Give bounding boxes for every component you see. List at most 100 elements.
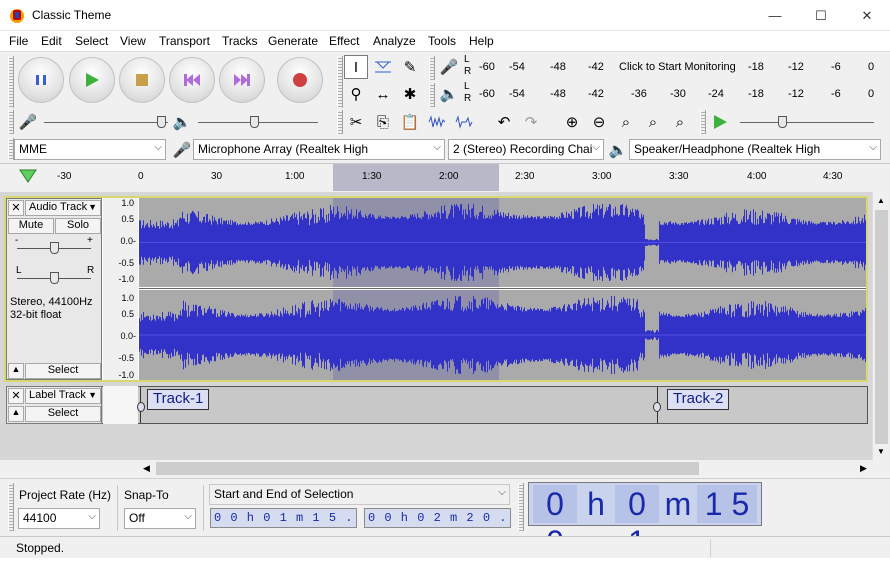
audio-track-menu-button[interactable]: Audio Track ▼	[25, 200, 101, 216]
record-button[interactable]	[277, 57, 323, 103]
scroll-right-icon[interactable]: ▶	[860, 463, 867, 474]
audio-position-display[interactable]: 0 0 h 0 1 m 1 5	[528, 482, 762, 560]
toolbar-grip[interactable]	[8, 483, 14, 531]
timeline-ruler[interactable]: -30 0 30 1:00 1:30 2:00 2:30 3:00 3:30 4…	[0, 163, 890, 191]
menu-file[interactable]: File	[9, 34, 28, 48]
zoom-in-icon[interactable]: ⊕	[560, 110, 584, 134]
scroll-down-icon[interactable]: ▼	[877, 447, 885, 456]
vertical-scroll-thumb[interactable]	[875, 210, 888, 444]
recording-device-select[interactable]: Microphone Array (Realtek High ⌵	[193, 139, 445, 160]
selection-tool-icon[interactable]: I	[344, 55, 368, 79]
menu-select[interactable]: Select	[75, 34, 108, 48]
multi-tool-icon[interactable]: ✱	[398, 82, 422, 106]
pan-thumb[interactable]	[50, 272, 59, 284]
toolbar-grip[interactable]	[337, 56, 343, 108]
zoom-toggle-icon[interactable]: ⌕	[668, 110, 692, 134]
scroll-up-icon[interactable]: ▲	[877, 196, 885, 205]
label-track-spacer	[103, 386, 138, 424]
record-meter[interactable]: L R -60 -54 -48 -42 Click to Start Monit…	[463, 54, 881, 80]
waveform-left-channel[interactable]	[139, 198, 866, 287]
menu-edit[interactable]: Edit	[41, 34, 62, 48]
time-shift-tool-icon[interactable]: ↔	[371, 82, 395, 106]
playback-device-select[interactable]: Speaker/Headphone (Realtek High ⌵	[629, 139, 881, 160]
toolbar-grip[interactable]	[8, 56, 14, 108]
selection-mode-select[interactable]: Start and End of Selection ⌵	[209, 484, 510, 505]
menu-generate[interactable]: Generate	[268, 34, 318, 48]
silence-icon[interactable]	[452, 110, 476, 134]
microphone-icon[interactable]: 🎤	[437, 55, 461, 79]
toolbar-grip[interactable]	[429, 83, 435, 107]
mute-button[interactable]: Mute	[8, 218, 54, 234]
toolbar-grip[interactable]	[700, 110, 706, 134]
recording-channels-select[interactable]: 2 (Stereo) Recording Chai ⌵	[448, 139, 604, 160]
envelope-tool-icon[interactable]	[371, 55, 395, 79]
trim-icon[interactable]	[425, 110, 449, 134]
close-track-button[interactable]: ✕	[8, 388, 24, 404]
pause-button[interactable]	[18, 57, 64, 103]
fit-selection-icon[interactable]: ⌕	[614, 110, 638, 134]
label-track-1[interactable]: Track-1	[147, 389, 210, 410]
zoom-tool-icon[interactable]: ⚲	[344, 82, 368, 106]
play-button[interactable]	[69, 57, 115, 103]
close-button[interactable]: ✕	[844, 0, 890, 31]
redo-icon[interactable]: ↷	[519, 110, 543, 134]
menu-help[interactable]: Help	[469, 34, 494, 48]
menu-tracks[interactable]: Tracks	[222, 34, 258, 48]
snap-to-select[interactable]: Off ⌵	[124, 508, 196, 529]
skip-to-end-icon	[234, 74, 250, 86]
skip-to-start-button[interactable]	[169, 57, 215, 103]
playback-meter[interactable]: L R -60 -54 -48 -42 -36 -30 -24 -18 -12 …	[463, 81, 881, 107]
stop-button[interactable]	[119, 57, 165, 103]
horizontal-scroll-thumb[interactable]	[156, 462, 699, 475]
label-track-menu-button[interactable]: Label Track ▼	[25, 388, 101, 404]
speaker-icon[interactable]: 🔈	[437, 82, 461, 106]
play-at-speed-button[interactable]	[708, 110, 732, 134]
close-track-button[interactable]: ✕	[8, 200, 24, 216]
skip-to-end-button[interactable]	[219, 57, 265, 103]
undo-icon[interactable]: ↶	[492, 110, 516, 134]
paste-icon[interactable]: 📋	[398, 110, 422, 134]
collapse-track-button[interactable]: ▲	[8, 363, 24, 379]
vertical-scrollbar[interactable]: ▲ ▼	[872, 192, 890, 460]
toolbar-grip[interactable]	[429, 56, 435, 80]
play-speed-slider[interactable]	[740, 122, 874, 123]
track-bitdepth-info: 32-bit float	[10, 309, 62, 321]
record-volume-slider[interactable]	[44, 122, 168, 123]
waveform-right-channel[interactable]	[139, 290, 866, 380]
selection-end-time[interactable]: 0 0 h 0 2 m 2 0 . 6 2 8 s	[364, 508, 511, 528]
toolbar-grip[interactable]	[337, 110, 343, 134]
maximize-button[interactable]: ☐	[798, 0, 844, 31]
solo-button[interactable]: Solo	[55, 218, 101, 234]
record-volume-thumb[interactable]	[157, 116, 166, 128]
menu-analyze[interactable]: Analyze	[373, 34, 416, 48]
draw-tool-icon[interactable]: ✎	[398, 55, 422, 79]
pinned-play-head-icon[interactable]	[19, 168, 37, 187]
select-track-button[interactable]: Select	[25, 363, 101, 379]
toolbar-grip[interactable]	[8, 110, 14, 134]
menu-tools[interactable]: Tools	[428, 34, 456, 48]
playback-volume-thumb[interactable]	[250, 116, 259, 128]
horizontal-scrollbar[interactable]: ◀ ▶	[0, 460, 890, 478]
copy-icon[interactable]: ⎘	[371, 110, 395, 134]
zoom-out-icon[interactable]: ⊖	[587, 110, 611, 134]
collapse-track-button[interactable]: ▲	[8, 406, 24, 422]
project-rate-select[interactable]: 44100 ⌵	[18, 508, 100, 529]
play-speed-thumb[interactable]	[778, 116, 787, 128]
select-track-button[interactable]: Select	[25, 406, 101, 422]
monitoring-prompt[interactable]: Click to Start Monitoring	[619, 61, 736, 73]
cut-icon[interactable]: ✂	[344, 110, 368, 134]
fit-project-icon[interactable]: ⌕	[641, 110, 665, 134]
scroll-left-icon[interactable]: ◀	[143, 463, 150, 474]
toolbar-grip[interactable]	[518, 483, 524, 531]
menu-transport[interactable]: Transport	[159, 34, 210, 48]
track-area[interactable]: ✕ Audio Track ▼ Mute Solo - + L R Stereo,…	[0, 192, 872, 460]
minimize-button[interactable]: —	[752, 0, 798, 31]
menu-view[interactable]: View	[120, 34, 146, 48]
label-handle-icon[interactable]	[653, 402, 661, 412]
gain-thumb[interactable]	[50, 242, 59, 254]
audio-host-select[interactable]: MME ⌵	[14, 139, 166, 160]
menu-effect[interactable]: Effect	[329, 34, 359, 48]
label-handle-icon[interactable]	[137, 402, 145, 412]
selection-start-time[interactable]: 0 0 h 0 1 m 1 5 . 1 8 3 s	[210, 508, 357, 528]
label-track-2[interactable]: Track-2	[667, 389, 730, 410]
